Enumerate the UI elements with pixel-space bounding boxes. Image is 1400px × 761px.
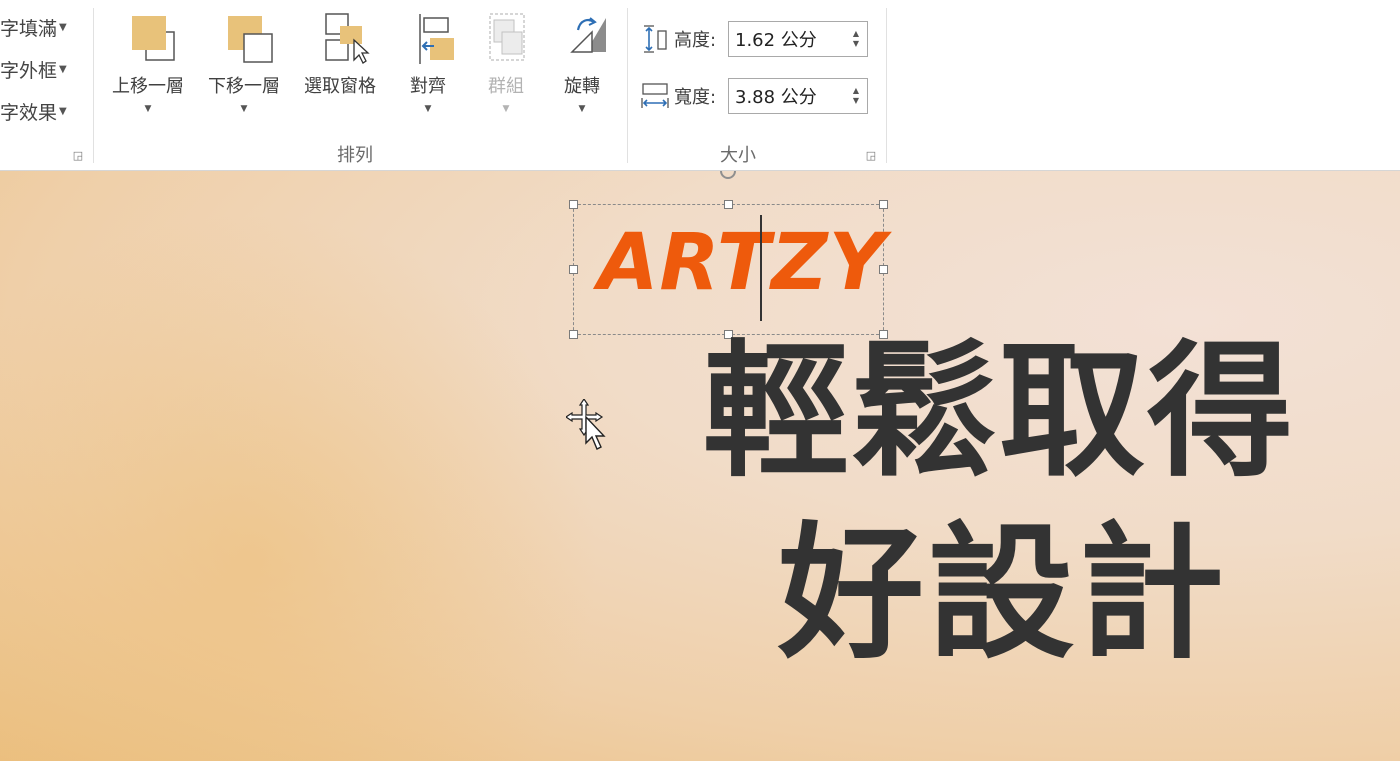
size-group-label: 大小 [720, 145, 756, 166]
width-label: 寬度: [674, 87, 717, 108]
headline-line-2[interactable]: 好設計 [778, 521, 1228, 667]
resize-handle-top-right[interactable] [879, 200, 888, 209]
selection-pane-label: 選取窗格 [304, 76, 376, 97]
resize-handle-bottom-left[interactable] [569, 330, 578, 339]
height-value: 1.62 公分 [735, 30, 817, 51]
headline-line-1[interactable]: 輕鬆取得 [703, 339, 1295, 485]
shape-height-icon [640, 23, 670, 55]
dropdown-arrow-icon: ▼ [59, 106, 67, 117]
chevron-down-icon: ▼ [578, 104, 586, 114]
height-input[interactable]: 1.62 公分 ▲ ▼ [728, 21, 868, 57]
bring-forward-button[interactable]: 上移一層 ▼ [100, 10, 196, 122]
width-input[interactable]: 3.88 公分 ▲ ▼ [728, 78, 868, 114]
spin-down-icon[interactable]: ▼ [853, 39, 859, 49]
brand-logo-text[interactable]: ARTZY [598, 224, 886, 302]
spin-up-icon[interactable]: ▲ [853, 86, 859, 96]
text-fill-label: 字填滿 [0, 18, 58, 40]
height-label: 高度: [674, 30, 717, 51]
group-separator [93, 8, 94, 163]
text-outline-label: 字外框 [0, 60, 58, 82]
width-row: 寬度: 3.88 公分 ▲ ▼ [640, 78, 868, 114]
bring-forward-label: 上移一層 [112, 76, 184, 97]
send-backward-icon [214, 10, 274, 66]
slide-canvas[interactable]: ARTZY 輕鬆取得 好設計 [0, 171, 1400, 761]
rotate-label: 旋轉 [564, 76, 600, 97]
rotate-icon [552, 10, 612, 66]
width-spinner[interactable]: ▲ ▼ [853, 86, 859, 106]
wordart-dialog-launcher-icon[interactable]: ◲ [72, 150, 84, 162]
group-label: 群組 [488, 76, 524, 97]
text-effects-button[interactable]: 字效果 ▼ [0, 98, 67, 125]
chevron-down-icon: ▼ [424, 104, 432, 114]
selection-pane-icon [310, 10, 370, 66]
bring-forward-icon [118, 10, 178, 66]
group-objects-icon [476, 10, 536, 66]
height-spinner[interactable]: ▲ ▼ [853, 29, 859, 49]
arrange-group-label: 排列 [337, 145, 373, 166]
rotate-button[interactable]: 旋轉 ▼ [534, 10, 630, 122]
align-icon [398, 10, 458, 66]
ribbon: 字填滿 ▼ 字外框 ▼ 字效果 ▼ ◲ 上移一層 ▼ 下移一層 ▼ 選取窗格 對… [0, 0, 1400, 171]
rotate-handle-icon[interactable] [720, 171, 736, 179]
dropdown-arrow-icon: ▼ [59, 64, 67, 75]
send-backward-label: 下移一層 [208, 76, 280, 97]
text-fill-button[interactable]: 字填滿 ▼ [0, 14, 67, 41]
spin-up-icon[interactable]: ▲ [853, 29, 859, 39]
shape-width-icon [640, 80, 670, 112]
group-separator [627, 8, 628, 163]
group-separator [886, 8, 887, 163]
chevron-down-icon: ▼ [240, 104, 248, 114]
size-dialog-launcher-icon[interactable]: ◲ [865, 150, 877, 162]
height-row: 高度: 1.62 公分 ▲ ▼ [640, 21, 868, 57]
width-value: 3.88 公分 [735, 87, 817, 108]
chevron-down-icon: ▼ [144, 104, 152, 114]
move-cursor-icon [564, 397, 606, 455]
spin-down-icon[interactable]: ▼ [853, 96, 859, 106]
text-outline-button[interactable]: 字外框 ▼ [0, 56, 67, 83]
text-caret [760, 215, 762, 321]
resize-handle-top[interactable] [724, 200, 733, 209]
dropdown-arrow-icon: ▼ [59, 22, 67, 33]
text-effects-label: 字效果 [0, 102, 58, 124]
selection-pane-button[interactable]: 選取窗格 [292, 10, 388, 122]
resize-handle-left[interactable] [569, 265, 578, 274]
send-backward-button[interactable]: 下移一層 ▼ [196, 10, 292, 122]
resize-handle-top-left[interactable] [569, 200, 578, 209]
align-label: 對齊 [410, 76, 446, 97]
chevron-down-icon: ▼ [502, 104, 510, 114]
